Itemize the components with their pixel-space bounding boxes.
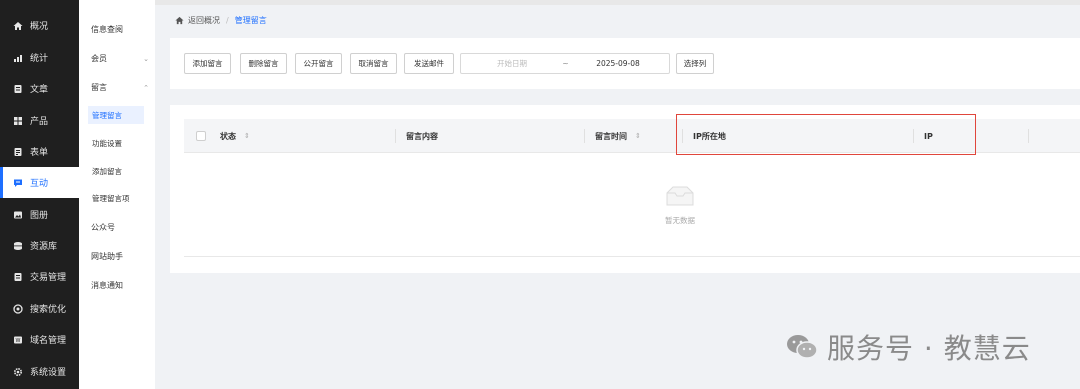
main-sidebar: 概况 统计 文章 产品 表单 互动 图册 资源库 交易管理 搜索优化 W 域名管… <box>0 0 79 389</box>
sidebar-item-label: 域名管理 <box>30 336 67 346</box>
subnav-function-settings[interactable]: 功能设置 <box>88 134 144 152</box>
sidebar-item-products[interactable]: 产品 <box>0 105 79 136</box>
album-icon <box>12 209 24 221</box>
sort-icon[interactable]: ⇕ <box>635 132 641 140</box>
sidebar-item-label: 交易管理 <box>30 273 67 283</box>
database-icon <box>12 240 24 252</box>
subnav-label: 信息查阅 <box>91 25 123 34</box>
subnav-site-assistant[interactable]: 网站助手 <box>91 251 149 262</box>
column-label: 状态 <box>220 131 236 141</box>
search-optimize-icon <box>12 303 24 315</box>
sidebar-item-label: 搜索优化 <box>30 305 67 315</box>
subnav-manage-message-items[interactable]: 管理留言项 <box>88 189 144 207</box>
gear-icon <box>12 366 24 378</box>
form-icon <box>12 146 24 158</box>
column-label: 留言时间 <box>595 131 627 141</box>
sidebar-item-label: 互动 <box>30 179 49 189</box>
subnav-label: 会员 <box>91 54 107 63</box>
empty-box-icon <box>663 185 697 211</box>
breadcrumb-back-link[interactable]: 返回概况 <box>188 15 220 26</box>
chevron-up-icon: ⌃ <box>143 83 149 92</box>
sidebar-item-label: 文章 <box>30 85 49 95</box>
top-strip <box>155 0 1080 5</box>
sidebar-item-album[interactable]: 图册 <box>0 199 79 230</box>
sidebar-item-resources[interactable]: 资源库 <box>0 230 79 261</box>
sidebar-item-label: 统计 <box>30 54 49 64</box>
sidebar-item-label: 系统设置 <box>30 368 67 378</box>
add-message-button[interactable]: 添加留言 <box>184 53 231 74</box>
publish-message-button[interactable]: 公开留言 <box>295 53 342 74</box>
secondary-sidebar: 信息查阅 会员 ⌄ 留言 ⌃ 管理留言 功能设置 添加留言 管理留言项 公众号 … <box>79 0 155 389</box>
watermark: 服务号 · 教慧云 <box>785 327 1031 367</box>
watermark-text: 服务号 · 教慧云 <box>827 332 1031 365</box>
column-time[interactable]: 留言时间 ⇕ <box>595 119 641 153</box>
toolbar: 添加留言 删除留言 公开留言 取消留言 发送邮件 ~ 选择列 <box>170 38 1080 89</box>
subnav-message[interactable]: 留言 ⌃ <box>91 82 149 93</box>
sidebar-item-trade[interactable]: 交易管理 <box>0 261 79 292</box>
column-divider <box>395 129 396 143</box>
subnav-label: 功能设置 <box>92 138 122 148</box>
wechat-icon <box>785 333 819 361</box>
highlight-annotation <box>676 114 976 155</box>
home-icon[interactable] <box>175 16 184 25</box>
empty-state: 暂无数据 <box>170 185 1080 226</box>
sidebar-item-label: 概况 <box>30 22 49 32</box>
subnav-label: 管理留言 <box>92 110 122 120</box>
subnav-label: 添加留言 <box>92 166 122 176</box>
column-divider <box>584 129 585 143</box>
sidebar-item-settings[interactable]: 系统设置 <box>0 356 79 387</box>
column-label: 留言内容 <box>406 131 438 141</box>
date-range-separator: ~ <box>562 59 569 68</box>
subnav-label: 消息通知 <box>91 281 123 290</box>
home-icon <box>12 20 24 32</box>
column-status[interactable]: 状态 ⇕ <box>220 119 250 153</box>
sidebar-item-label: 图册 <box>30 211 49 221</box>
subnav-add-message[interactable]: 添加留言 <box>88 162 144 180</box>
table-bottom-border <box>184 256 1080 257</box>
document-icon <box>12 83 24 95</box>
subnav-label: 公众号 <box>91 223 115 232</box>
chart-icon <box>12 52 24 64</box>
sidebar-item-seo[interactable]: 搜索优化 <box>0 293 79 324</box>
breadcrumb-separator: / <box>226 16 229 25</box>
sidebar-item-articles[interactable]: 文章 <box>0 73 79 104</box>
subnav-member[interactable]: 会员 ⌄ <box>91 53 149 64</box>
message-icon <box>12 177 24 189</box>
column-divider <box>1028 129 1029 143</box>
send-email-button[interactable]: 发送邮件 <box>404 53 454 74</box>
grid-icon <box>12 115 24 127</box>
domain-icon: W <box>12 334 24 346</box>
sort-icon[interactable]: ⇕ <box>244 132 250 140</box>
sidebar-item-forms[interactable]: 表单 <box>0 136 79 167</box>
date-range-picker[interactable]: ~ <box>460 53 670 74</box>
sidebar-item-label: 表单 <box>30 148 49 158</box>
subnav-label: 留言 <box>91 83 107 92</box>
empty-text: 暂无数据 <box>665 216 695 225</box>
subnav-label: 网站助手 <box>91 252 123 261</box>
subnav-manage-message[interactable]: 管理留言 <box>88 106 144 124</box>
breadcrumb-current: 管理留言 <box>234 16 267 25</box>
start-date-input[interactable] <box>461 59 553 68</box>
subnav-label: 管理留言项 <box>92 193 130 203</box>
subnav-notifications[interactable]: 消息通知 <box>91 280 149 291</box>
app-root: 概况 统计 文章 产品 表单 互动 图册 资源库 交易管理 搜索优化 W 域名管… <box>0 0 1080 389</box>
select-all-checkbox[interactable] <box>196 131 206 141</box>
subnav-info-query[interactable]: 信息查阅 <box>91 24 149 35</box>
trade-icon <box>12 271 24 283</box>
breadcrumb: 返回概况 / 管理留言 <box>175 15 267 26</box>
column-content: 留言内容 <box>406 119 438 153</box>
select-columns-button[interactable]: 选择列 <box>676 53 714 74</box>
end-date-input[interactable] <box>578 59 658 68</box>
subnav-official-account[interactable]: 公众号 <box>91 222 149 233</box>
sidebar-item-interaction[interactable]: 互动 <box>0 167 79 198</box>
sidebar-item-overview[interactable]: 概况 <box>0 10 79 41</box>
sidebar-item-domain[interactable]: W 域名管理 <box>0 324 79 355</box>
chevron-down-icon: ⌄ <box>143 54 149 63</box>
sidebar-item-label: 产品 <box>30 117 49 127</box>
sidebar-item-label: 资源库 <box>30 242 58 252</box>
sidebar-item-statistics[interactable]: 统计 <box>0 42 79 73</box>
delete-message-button[interactable]: 删除留言 <box>240 53 287 74</box>
cancel-message-button[interactable]: 取消留言 <box>350 53 397 74</box>
svg-text:W: W <box>16 338 21 344</box>
